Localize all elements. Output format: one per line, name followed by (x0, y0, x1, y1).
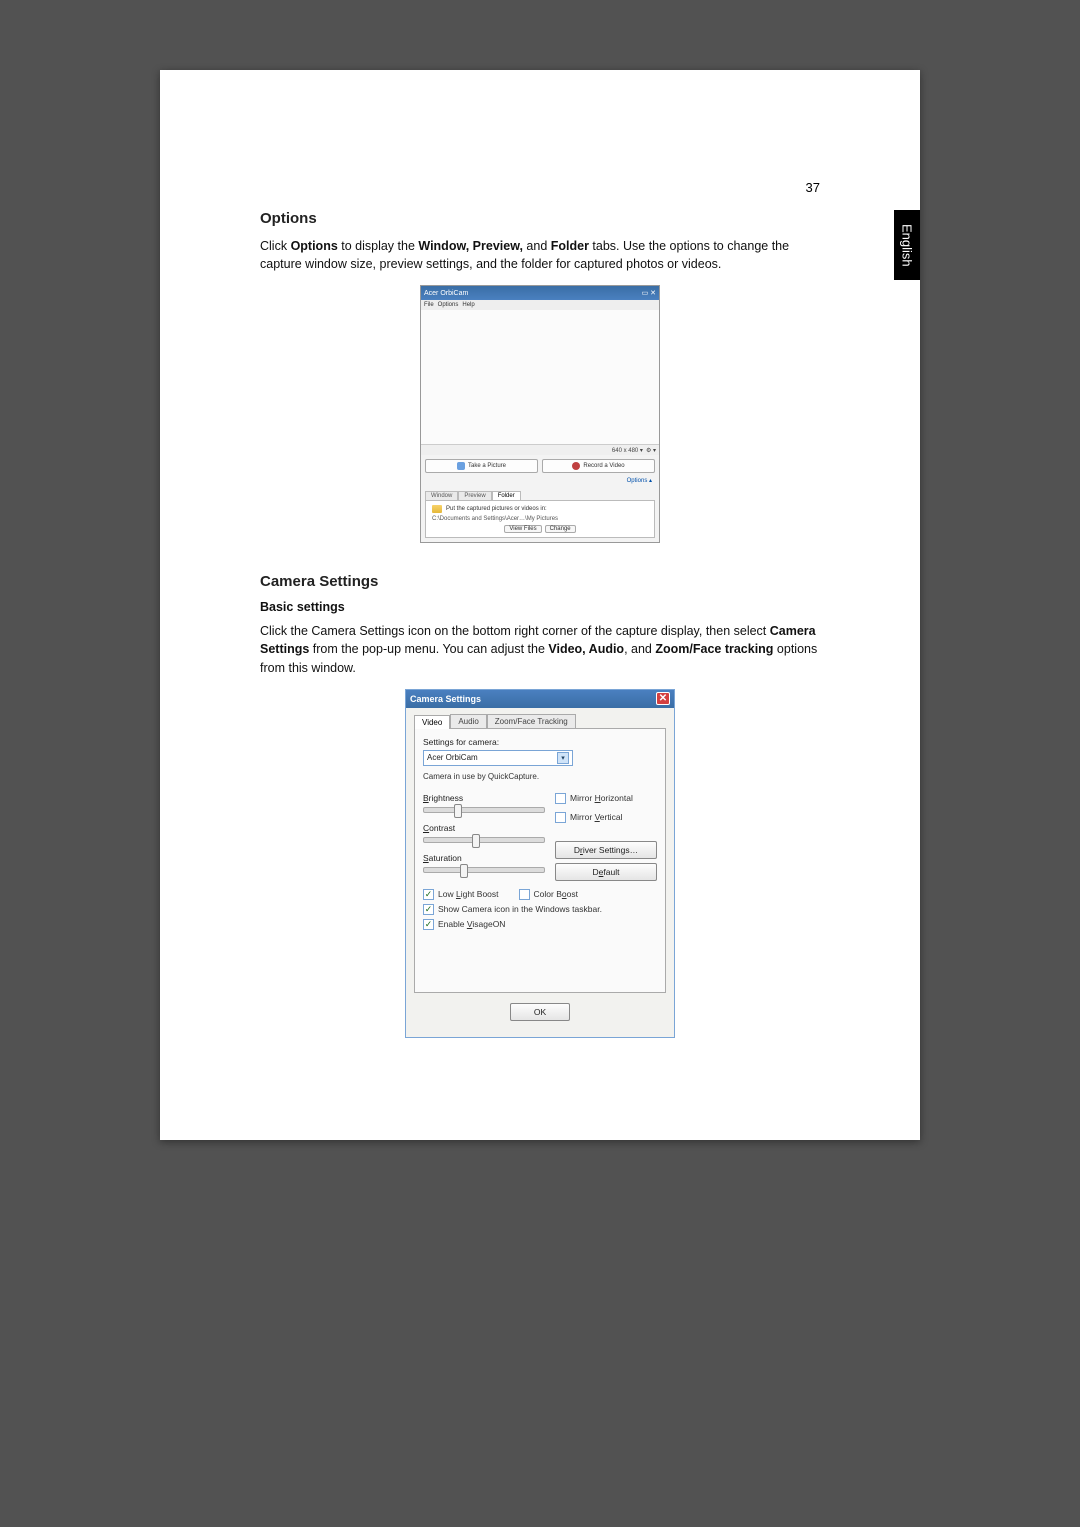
checkbox-icon (555, 812, 566, 823)
driver-settings-button[interactable]: Driver Settings… (555, 841, 657, 859)
menu-help[interactable]: Help (462, 302, 474, 308)
orbicam-window-screenshot: Acer OrbiCam ▭ ✕ File Options Help 640 x… (420, 285, 660, 543)
color-boost-checkbox[interactable]: Color Boost (519, 889, 578, 900)
view-files-button[interactable]: View Files (504, 525, 541, 533)
take-picture-button[interactable]: Take a Picture (425, 459, 538, 473)
close-icon[interactable]: ✕ (656, 692, 670, 705)
slider-thumb[interactable] (472, 834, 480, 848)
menubar: File Options Help (421, 300, 659, 310)
camera-select[interactable]: Acer OrbiCam ▾ (423, 750, 573, 766)
controls-panel: Take a Picture Record a Video Options ▴ … (421, 455, 659, 542)
slider-thumb[interactable] (460, 864, 468, 878)
low-light-boost-checkbox[interactable]: ✓ Low Light Boost (423, 889, 499, 900)
document-page: 37 English Options Click Options to disp… (160, 70, 920, 1140)
camera-icon (457, 462, 465, 470)
contrast-label: Contrast (423, 823, 545, 833)
checkbox-icon: ✓ (423, 904, 434, 915)
chevron-down-icon: ▾ (557, 752, 569, 764)
tab-video[interactable]: Video (414, 715, 450, 729)
window-controls-icon: ▭ ✕ (642, 289, 656, 297)
dialog-titlebar: Camera Settings ✕ (406, 690, 674, 708)
brightness-slider[interactable] (423, 807, 545, 813)
checkbox-icon: ✓ (423, 889, 434, 900)
folder-tab-panel: Put the captured pictures or videos in: … (425, 500, 655, 538)
dialog-title: Camera Settings (410, 694, 481, 704)
default-button[interactable]: Default (555, 863, 657, 881)
tab-preview[interactable]: Preview (458, 491, 491, 500)
tab-zoom-face-tracking[interactable]: Zoom/Face Tracking (487, 714, 576, 728)
resolution-indicator[interactable]: 640 x 480 ▾ (612, 447, 643, 454)
menu-options[interactable]: Options (438, 302, 459, 308)
mirror-vertical-checkbox[interactable]: Mirror Vertical (555, 812, 657, 823)
brightness-label: Brightness (423, 793, 545, 803)
settings-for-camera-label: Settings for camera: (423, 737, 657, 747)
folder-icon (432, 505, 442, 513)
camera-settings-heading: Camera Settings (260, 573, 820, 590)
checkbox-icon (519, 889, 530, 900)
camera-preview-area (421, 310, 659, 445)
slider-thumb[interactable] (454, 804, 462, 818)
checkbox-icon (555, 793, 566, 804)
contrast-slider-group: Contrast (423, 823, 545, 843)
saturation-slider[interactable] (423, 867, 545, 873)
enable-visageon-checkbox[interactable]: ✓ Enable VisageON (423, 919, 657, 930)
settings-icon[interactable]: ⚙ ▾ (646, 447, 656, 454)
record-video-button[interactable]: Record a Video (542, 459, 655, 473)
status-bar: 640 x 480 ▾ ⚙ ▾ (421, 445, 659, 455)
tab-folder[interactable]: Folder (492, 491, 521, 500)
camera-select-value: Acer OrbiCam (427, 753, 478, 762)
camera-settings-dialog-screenshot: Camera Settings ✕ Video Audio Zoom/Face … (405, 689, 675, 1038)
folder-label: Put the captured pictures or videos in: (446, 506, 547, 512)
options-toggle-link[interactable]: Options ▴ (425, 477, 655, 487)
ok-button[interactable]: OK (510, 1003, 570, 1021)
checkbox-icon: ✓ (423, 919, 434, 930)
contrast-slider[interactable] (423, 837, 545, 843)
tab-audio[interactable]: Audio (450, 714, 486, 728)
video-tab-panel: Settings for camera: Acer OrbiCam ▾ Came… (414, 728, 666, 993)
menu-file[interactable]: File (424, 302, 434, 308)
folder-path: C:\Documents and Settings\Acer…\My Pictu… (432, 516, 648, 522)
change-folder-button[interactable]: Change (545, 525, 576, 533)
mirror-horizontal-checkbox[interactable]: Mirror Horizontal (555, 793, 657, 804)
record-icon (572, 462, 580, 470)
camera-in-use-status: Camera in use by QuickCapture. (423, 772, 657, 781)
language-tab: English (894, 210, 920, 280)
camera-settings-paragraph: Click the Camera Settings icon on the bo… (260, 622, 820, 676)
window-title: Acer OrbiCam (424, 290, 468, 297)
window-titlebar: Acer OrbiCam ▭ ✕ (421, 286, 659, 300)
tab-window[interactable]: Window (425, 491, 458, 500)
basic-settings-subheading: Basic settings (260, 600, 820, 614)
saturation-label: Saturation (423, 853, 545, 863)
settings-tabs: Video Audio Zoom/Face Tracking (414, 714, 666, 728)
brightness-slider-group: Brightness (423, 793, 545, 813)
options-paragraph: Click Options to display the Window, Pre… (260, 237, 820, 273)
options-heading: Options (260, 210, 820, 227)
show-camera-icon-checkbox[interactable]: ✓ Show Camera icon in the Windows taskba… (423, 904, 657, 915)
options-tabs: Window Preview Folder (425, 491, 655, 500)
saturation-slider-group: Saturation (423, 853, 545, 873)
page-number: 37 (806, 180, 820, 195)
